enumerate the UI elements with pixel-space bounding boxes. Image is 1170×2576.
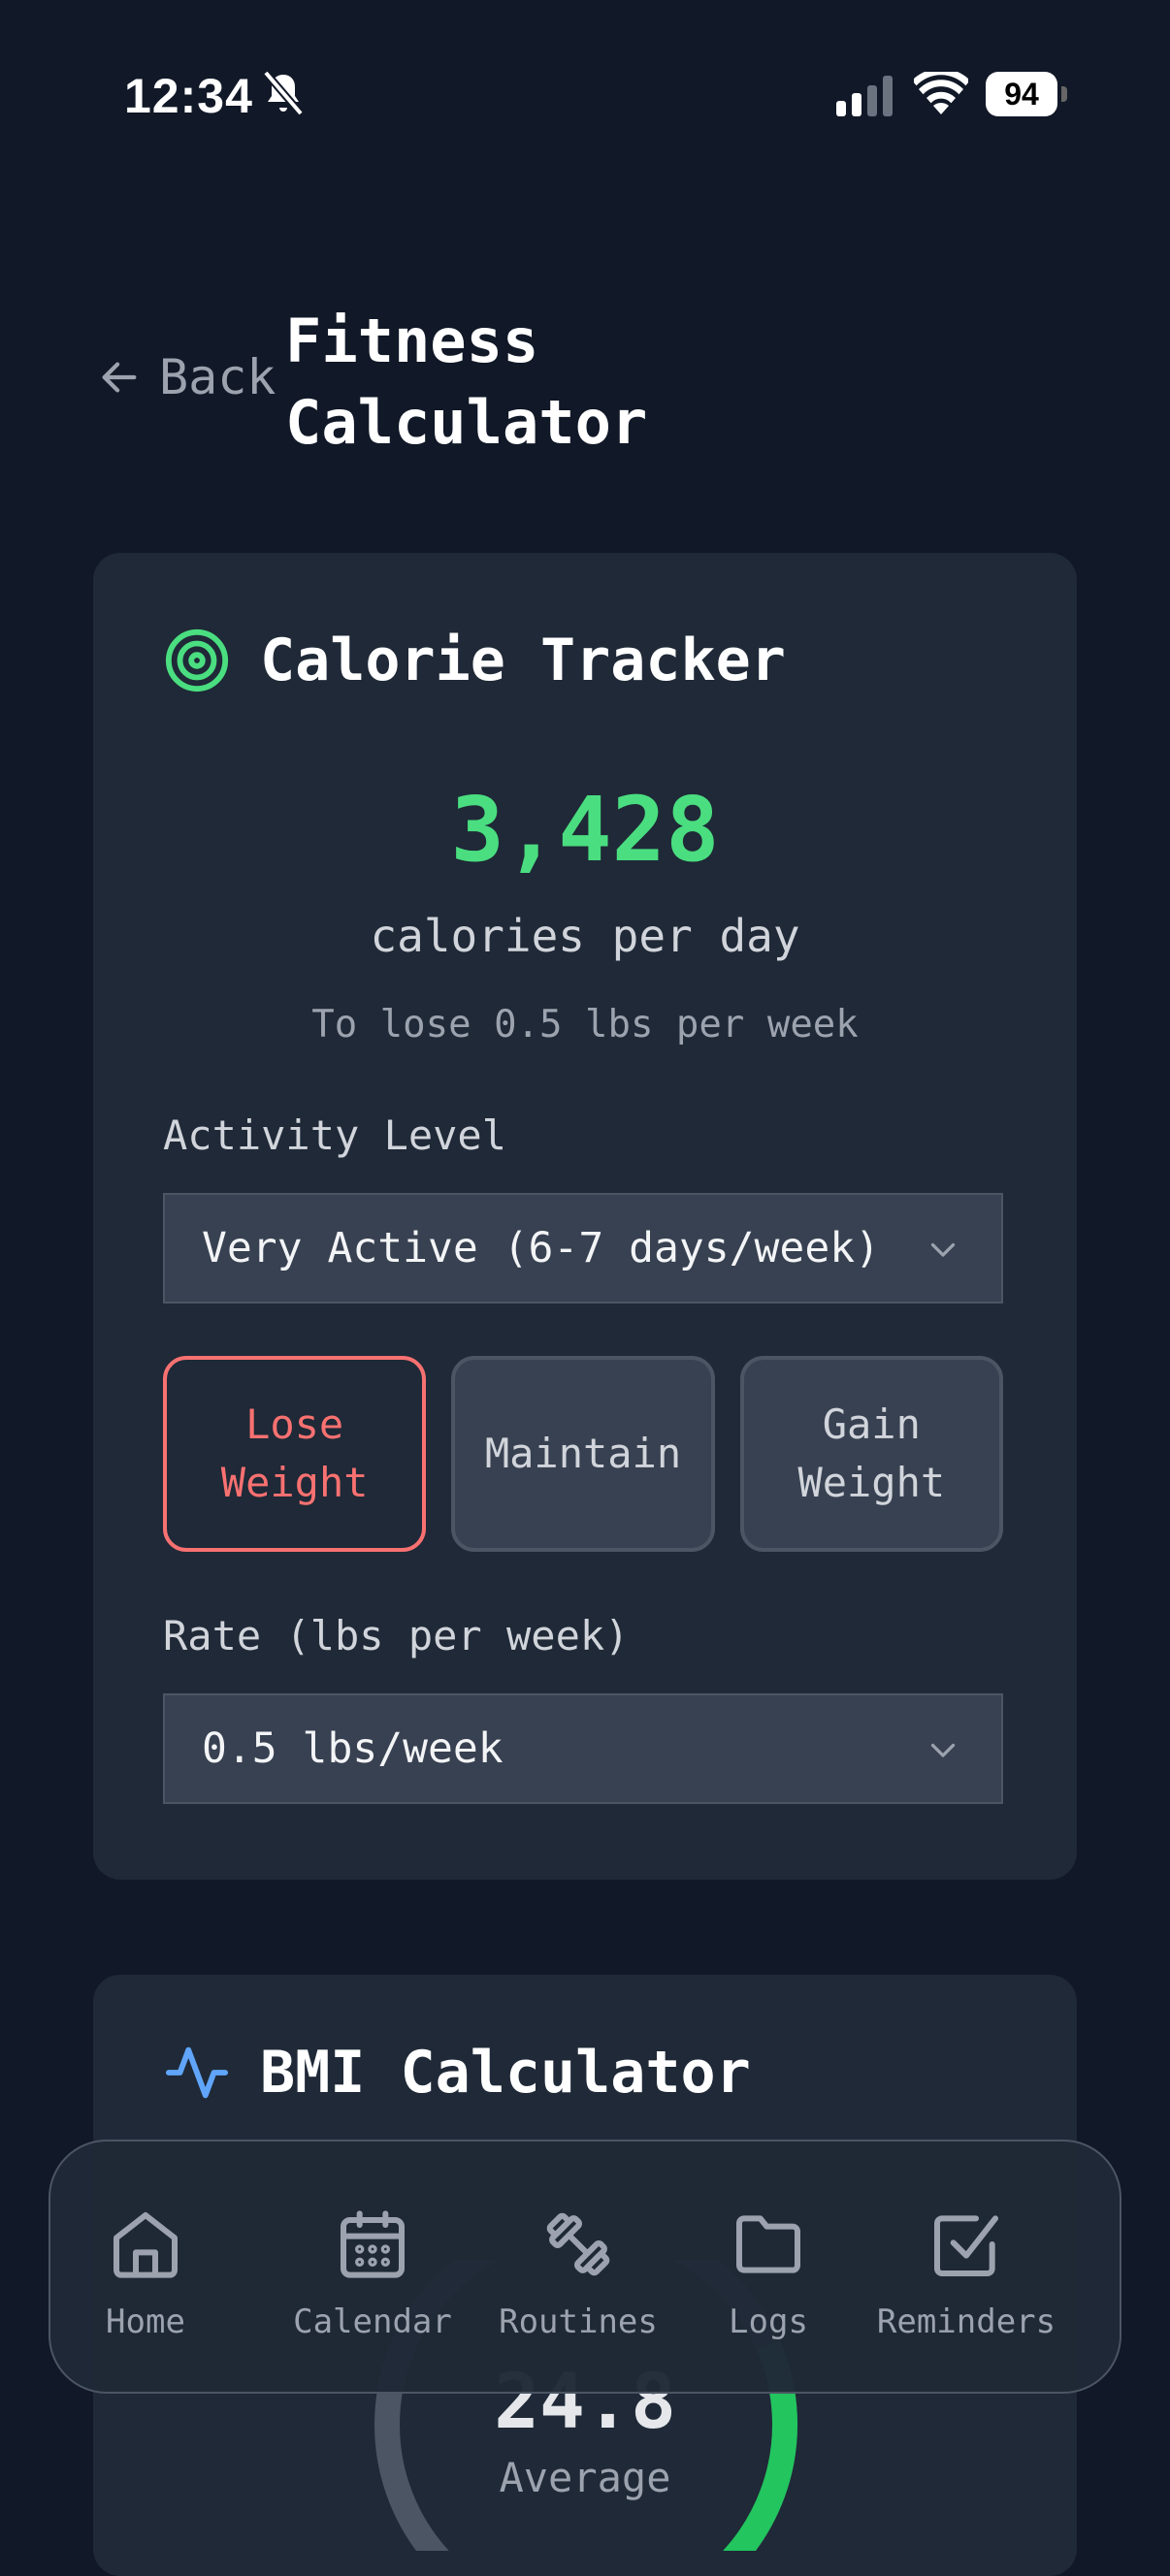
battery-tip bbox=[1061, 86, 1067, 102]
status-bar: 12:34 94 bbox=[0, 0, 1170, 184]
cellular-signal-icon bbox=[836, 76, 893, 116]
activity-level-value: Very Active (6-7 days/week) bbox=[202, 1224, 880, 1272]
nav-label-home: Home bbox=[106, 2302, 185, 2341]
calorie-unit: calories per day bbox=[370, 910, 800, 962]
page-title: Fitness Calculator bbox=[285, 306, 648, 458]
back-label: Back bbox=[159, 349, 276, 405]
calendar-icon bbox=[341, 2210, 405, 2278]
folder-icon bbox=[736, 2215, 800, 2273]
nav-label-reminders: Reminders bbox=[876, 2302, 1056, 2341]
checkbox-icon bbox=[934, 2215, 998, 2276]
bmi-card-header: BMI Calculator bbox=[163, 2039, 751, 2107]
calorie-tracker-card: Calorie Tracker 3,428 calories per day T… bbox=[93, 553, 1077, 1880]
activity-level-label: Activity Level bbox=[163, 1111, 507, 1159]
nav-item-routines[interactable]: Routines bbox=[481, 2206, 675, 2341]
home-icon bbox=[114, 2212, 178, 2278]
wifi-icon bbox=[914, 72, 968, 114]
activity-pulse-icon bbox=[165, 2046, 229, 2099]
bmi-category: Average bbox=[499, 2454, 671, 2501]
calorie-card-title: Calorie Tracker bbox=[260, 627, 786, 694]
target-icon bbox=[165, 628, 229, 692]
maintain-button[interactable]: Maintain bbox=[451, 1356, 715, 1552]
nav-item-home[interactable]: Home bbox=[58, 2206, 233, 2341]
battery-level: 94 bbox=[986, 72, 1057, 116]
nav-item-calendar[interactable]: Calendar bbox=[266, 2206, 479, 2341]
chevron-down-icon bbox=[930, 1743, 956, 1757]
nav-label-routines: Routines bbox=[499, 2302, 658, 2341]
nav-label-logs: Logs bbox=[729, 2302, 808, 2341]
nav-label-calendar: Calendar bbox=[293, 2302, 452, 2341]
bell-muted-icon bbox=[262, 70, 305, 116]
gain-weight-button[interactable]: Gain Weight bbox=[739, 1356, 1003, 1552]
dumbbell-icon bbox=[546, 2212, 610, 2276]
chevron-down-icon bbox=[930, 1242, 956, 1257]
lose-weight-button[interactable]: Lose Weight bbox=[163, 1356, 427, 1552]
nav-item-reminders[interactable]: Reminders bbox=[860, 2206, 1073, 2341]
rate-label: Rate (lbs per week) bbox=[163, 1612, 630, 1659]
calorie-goal-text: To lose 0.5 lbs per week bbox=[311, 1003, 859, 1046]
activity-level-select[interactable]: Very Active (6-7 days/week) bbox=[163, 1193, 1003, 1304]
bottom-navigation: Home Calendar Routines Logs Reminders bbox=[49, 2140, 1121, 2394]
nav-item-logs[interactable]: Logs bbox=[691, 2206, 846, 2341]
goal-selector: Lose Weight Maintain Gain Weight bbox=[163, 1356, 1003, 1552]
arrow-left-icon bbox=[102, 362, 137, 393]
rate-value: 0.5 lbs/week bbox=[202, 1724, 504, 1773]
bmi-card-title: BMI Calculator bbox=[260, 2039, 751, 2107]
calorie-value: 3,428 bbox=[450, 778, 720, 882]
calorie-card-header: Calorie Tracker bbox=[163, 627, 786, 694]
status-time: 12:34 bbox=[124, 69, 253, 123]
back-button[interactable]: Back bbox=[97, 349, 276, 405]
rate-select[interactable]: 0.5 lbs/week bbox=[163, 1693, 1003, 1804]
battery-indicator: 94 bbox=[986, 72, 1067, 116]
